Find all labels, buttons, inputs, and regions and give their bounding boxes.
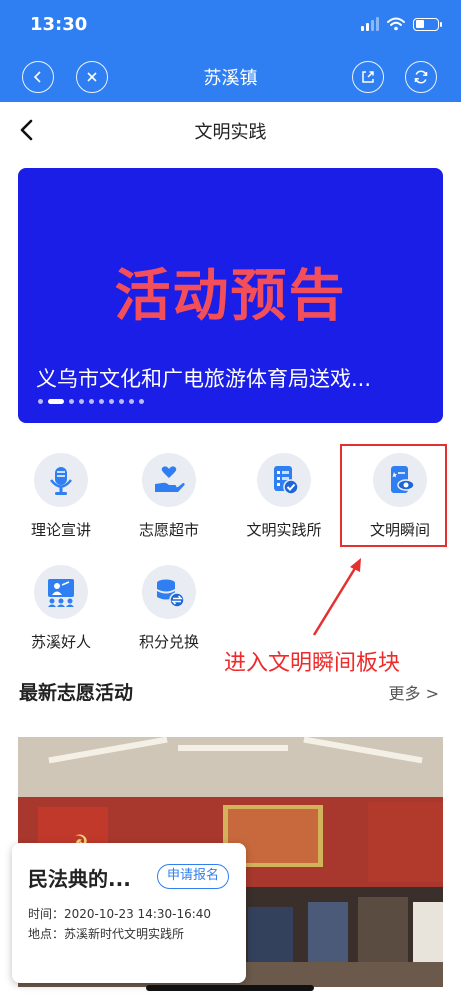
- checklist-icon: [257, 453, 311, 507]
- status-icons: [361, 17, 442, 31]
- carousel-dot[interactable]: [139, 399, 144, 404]
- activity-title: 民法典的...: [28, 867, 131, 891]
- page-header: 文明实践: [0, 102, 461, 158]
- annotation-text: 进入文明瞬间板块: [224, 651, 401, 676]
- feature-suxi-haoren[interactable]: 苏溪好人: [11, 565, 111, 652]
- status-time: 13:30: [30, 14, 88, 35]
- banner-carousel[interactable]: 活动预告 义乌市文化和广电旅游体育局送戏...: [18, 168, 443, 423]
- annotation-highlight-box: [340, 444, 447, 547]
- presenter-icon: [34, 565, 88, 619]
- microphone-icon: [34, 453, 88, 507]
- carousel-dot[interactable]: [69, 399, 74, 404]
- feature-wenming-shijiansuo[interactable]: 文明实践所: [234, 453, 334, 540]
- feature-jifen-duihuan[interactable]: 积分兑换: [119, 565, 219, 652]
- status-bar: 13:30: [0, 0, 461, 52]
- carousel-dot[interactable]: [99, 399, 104, 404]
- app-title: 苏溪镇: [203, 68, 258, 89]
- activity-location: 地点：苏溪新时代文明实践所: [28, 927, 185, 941]
- home-indicator: [146, 985, 314, 991]
- battery-icon: [413, 17, 442, 31]
- carousel-dot[interactable]: [48, 399, 64, 404]
- banner-caption: 义乌市文化和广电旅游体育局送戏...: [36, 367, 372, 391]
- carousel-dot[interactable]: [89, 399, 94, 404]
- carousel-indicators: [38, 399, 144, 404]
- carousel-dot[interactable]: [129, 399, 134, 404]
- refresh-button[interactable]: [405, 61, 437, 93]
- page-title: 文明实践: [194, 122, 267, 143]
- carousel-dot[interactable]: [119, 399, 124, 404]
- feature-zhiyuan-chaoshi[interactable]: 志愿超市: [119, 453, 219, 540]
- app-bar: 苏溪镇: [0, 52, 461, 102]
- share-button[interactable]: [352, 61, 384, 93]
- annotation-arrow: [312, 558, 361, 636]
- feature-label: 理论宣讲: [30, 521, 91, 539]
- activity-card[interactable]: 民法典的... 申请报名 时间：2020-10-23 14:30-16:40 地…: [12, 843, 246, 983]
- carousel-dot[interactable]: [79, 399, 84, 404]
- feature-label: 苏溪好人: [30, 633, 91, 651]
- feature-label: 积分兑换: [138, 633, 199, 651]
- signal-icon: [361, 17, 379, 31]
- heart-hand-icon: [142, 453, 196, 507]
- coins-exchange-icon: [142, 565, 196, 619]
- activity-time: 时间：2020-10-23 14:30-16:40: [28, 907, 212, 921]
- share-icon: [362, 71, 374, 83]
- refresh-icon: [414, 70, 428, 84]
- feature-label: 志愿超市: [138, 521, 199, 539]
- feature-lilun-xuanjiang[interactable]: 理论宣讲: [11, 453, 111, 540]
- banner-headline: 活动预告: [114, 264, 347, 329]
- apply-button[interactable]: 申请报名: [157, 864, 230, 889]
- more-link[interactable]: 更多 >: [389, 680, 440, 704]
- feature-label: 文明实践所: [246, 521, 322, 539]
- carousel-dot[interactable]: [38, 399, 43, 404]
- section-title: 最新志愿活动: [19, 682, 134, 704]
- wifi-icon: [387, 17, 405, 31]
- carousel-dot[interactable]: [109, 399, 114, 404]
